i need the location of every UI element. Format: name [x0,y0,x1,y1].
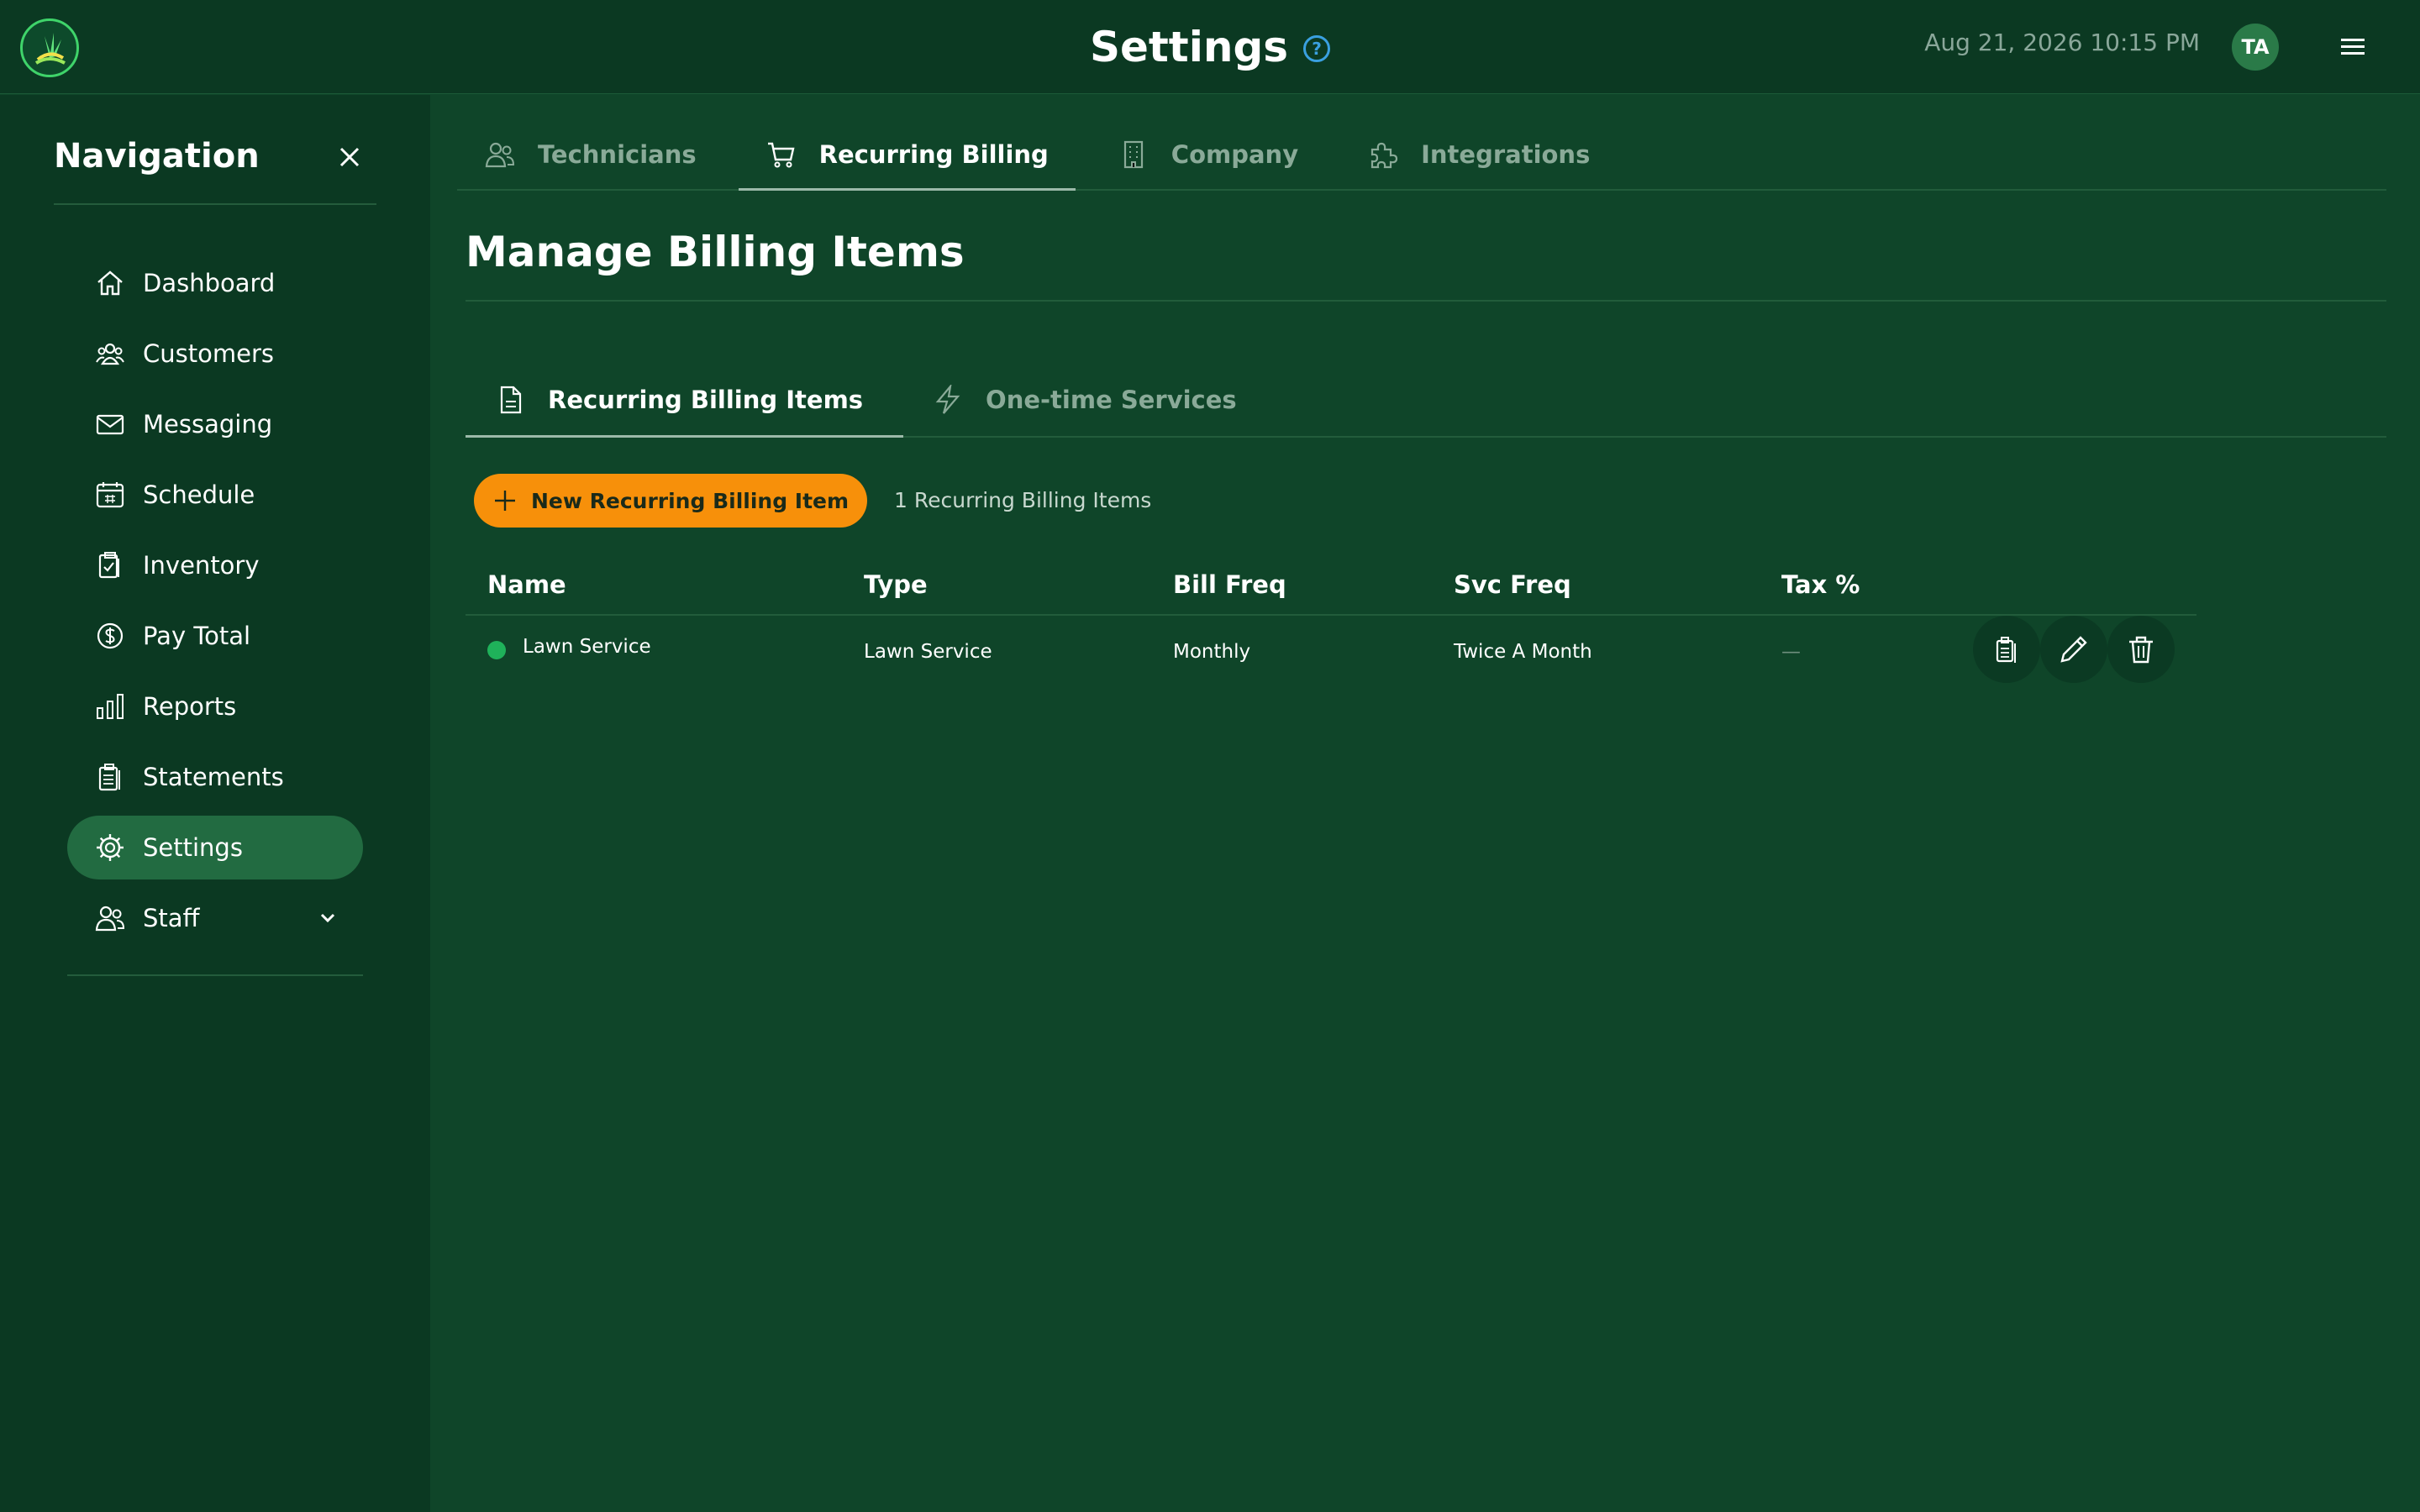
tab-label: Integrations [1421,140,1591,169]
copy-button[interactable] [1973,616,2040,683]
mail-icon [96,414,124,435]
sidebar-item-pay-total[interactable]: Pay Total [67,604,363,668]
sidebar-item-label: Dashboard [143,269,276,297]
dollar-icon [97,622,124,649]
home-icon [97,270,123,296]
table-row[interactable]: Lawn Service Lawn Service Monthly Twice … [466,616,2196,683]
column-header-svc-freq[interactable]: Svc Freq [1454,570,1571,599]
sidebar-item-staff[interactable]: Staff [67,886,363,950]
page-title-text: Settings [1089,23,1288,71]
people-icon [485,142,515,168]
sidebar-item-label: Messaging [143,410,273,438]
tab-integrations[interactable]: Integrations [1340,120,1617,189]
section-title: Manage Billing Items [466,228,965,276]
cell-bill-freq: Monthly [1173,641,1251,663]
subtab-label: One-time Services [986,386,1237,414]
edit-button[interactable] [2040,616,2107,683]
nav-list: Dashboard Customers Messaging Schedule I… [67,251,363,957]
sidebar-item-label: Customers [143,339,274,368]
navigation-title: Navigation [54,137,260,176]
item-count: 1 Recurring Billing Items [894,488,1152,512]
statements-icon [98,764,120,791]
plus-icon [494,491,515,511]
sidebar-item-label: Statements [143,763,284,791]
staff-icon [95,906,125,932]
tab-label: Company [1171,140,1299,169]
sidebar-item-label: Staff [143,904,200,932]
chevron-down-icon[interactable] [318,908,338,928]
column-header-bill-freq[interactable]: Bill Freq [1173,570,1286,599]
cell-svc-freq: Twice A Month [1454,641,1592,663]
sidebar-item-inventory[interactable]: Inventory [67,533,363,597]
top-bar: Settings ? Aug 21, 2026 10:15 PM TA [0,0,2420,94]
lightning-icon [935,385,960,414]
sidebar-item-messaging[interactable]: Messaging [67,392,363,456]
trash-icon [2129,636,2153,664]
cell-tax: — [1781,641,1801,663]
new-recurring-billing-item-button[interactable]: New Recurring Billing Item [474,474,867,528]
column-header-name[interactable]: Name [487,570,566,599]
bar-chart-icon [97,694,124,719]
billing-subtabs: Recurring Billing Items One-time Service… [466,364,2386,438]
sidebar-item-label: Inventory [143,551,260,580]
tab-company[interactable]: Company [1091,120,1325,189]
new-button-label: New Recurring Billing Item [530,488,850,513]
help-icon[interactable]: ? [1303,35,1330,62]
sidebar-item-label: Settings [143,833,243,862]
tab-label: Technicians [538,140,697,169]
cell-name: Lawn Service [523,636,651,658]
sidebar-item-reports[interactable]: Reports [67,675,363,738]
status-indicator [487,641,506,659]
column-header-type[interactable]: Type [864,570,928,599]
delete-button[interactable] [2107,616,2175,683]
tab-technicians[interactable]: Technicians [457,120,723,189]
building-icon [1123,140,1143,169]
tab-label: Recurring Billing [818,139,1049,169]
billing-items-table: Name Type Bill Freq Svc Freq Tax % Lawn … [466,549,2196,683]
close-icon[interactable] [336,144,363,171]
user-avatar[interactable]: TA [2232,24,2279,71]
calendar-icon [96,482,124,508]
copy-clipboard-icon [1996,637,2016,663]
puzzle-icon [1371,142,1398,169]
subtab-one-time-services[interactable]: One-time Services [903,364,1277,436]
table-header: Name Type Bill Freq Svc Freq Tax % [466,549,2196,616]
sidebar-item-settings[interactable]: Settings [67,816,363,879]
sidebar-item-label: Pay Total [143,622,251,650]
tab-recurring-billing[interactable]: Recurring Billing [738,120,1076,191]
section-divider [466,300,2386,302]
column-header-tax[interactable]: Tax % [1781,570,1860,599]
subtab-recurring-billing-items[interactable]: Recurring Billing Items [466,364,904,438]
main-content: Technicians Recurring Billing Company In… [430,95,2420,1512]
sidebar: Navigation Dashboard Customers Messaging… [0,95,430,1512]
sidebar-item-label: Schedule [143,480,255,509]
sidebar-item-customers[interactable]: Customers [67,322,363,386]
cart-icon [767,142,795,167]
current-datetime: Aug 21, 2026 10:15 PM [1924,29,2200,56]
sidebar-item-dashboard[interactable]: Dashboard [67,251,363,315]
sidebar-item-statements[interactable]: Statements [67,745,363,809]
sidebar-item-schedule[interactable]: Schedule [67,463,363,527]
document-icon [500,386,522,413]
hamburger-menu-icon[interactable] [2339,35,2366,59]
users-icon [96,343,124,365]
row-actions [1973,616,2175,683]
subtab-label: Recurring Billing Items [548,385,864,414]
clipboard-check-icon [98,552,119,579]
nav-divider [67,974,363,976]
sidebar-item-label: Reports [143,692,237,721]
nav-divider [54,203,376,205]
gear-icon [97,834,124,861]
settings-tabs: Technicians Recurring Billing Company In… [457,120,2386,191]
cell-type: Lawn Service [864,641,992,663]
pencil-icon [2060,636,2087,663]
